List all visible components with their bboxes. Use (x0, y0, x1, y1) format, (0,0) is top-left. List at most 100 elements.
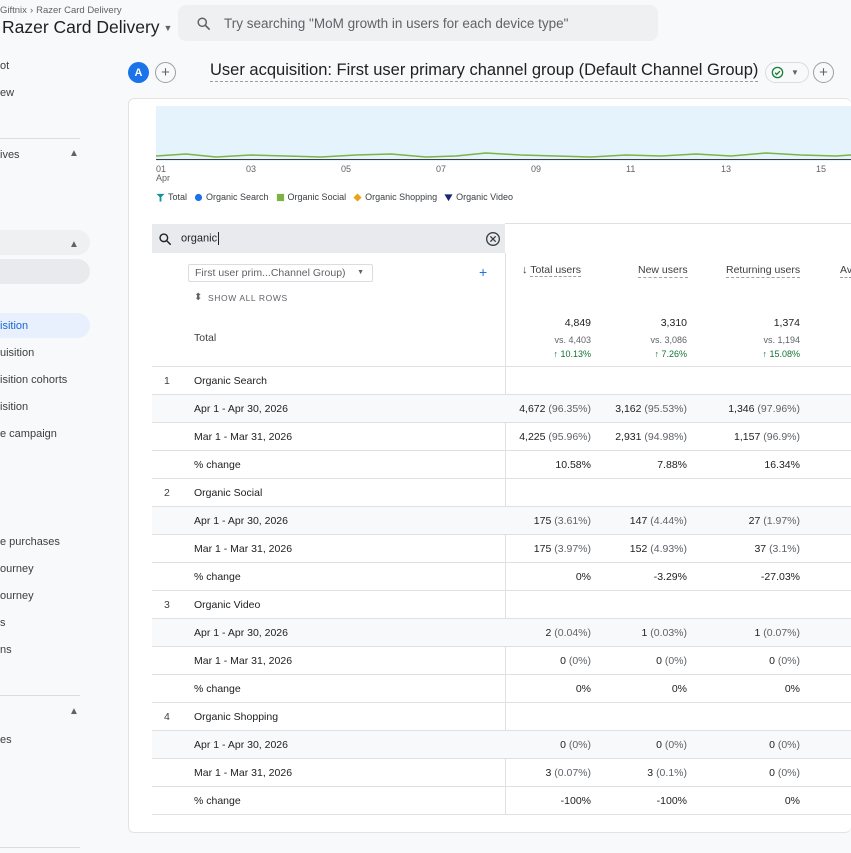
metric-share: (0%) (777, 739, 800, 751)
status-pill[interactable]: ▼ (765, 62, 809, 83)
table-row: Mar 1 - Mar 31, 2026 175 (3.97%) 152 (4.93… (152, 534, 851, 562)
sidebar-item[interactable]: ot (0, 60, 9, 72)
legend-item[interactable]: Organic Shopping (353, 192, 437, 202)
sidebar-item[interactable]: isition cohorts (0, 374, 67, 386)
chevron-up-icon[interactable]: ▲ (69, 706, 79, 717)
row-label: Apr 1 - Apr 30, 2026 (194, 739, 288, 751)
report-title[interactable]: User acquisition: First user primary cha… (210, 61, 759, 82)
row-metric-cell: 175 (3.97%) (481, 543, 591, 555)
add-comparison-button[interactable]: + (155, 62, 176, 83)
x-tick-label: 07 (436, 164, 447, 174)
row-metric-cell: 0% (481, 683, 591, 695)
x-tick-label: 13 (721, 164, 732, 174)
legend-item[interactable]: Organic Video (444, 192, 513, 202)
metric-value: 0 (656, 739, 662, 751)
add-report-button[interactable]: + (813, 62, 834, 83)
row-metric-cell: 4,672 (96.35%) (481, 403, 591, 415)
metric-value: 0% (784, 683, 800, 695)
legend-marker-icon (444, 193, 453, 201)
x-tick-label: 15 (816, 164, 827, 174)
legend-item[interactable]: Organic Search (194, 192, 269, 202)
column-header-returning-users[interactable]: Returning users (726, 264, 801, 278)
sidebar-item[interactable]: e purchases (0, 536, 60, 548)
caret-down-icon: ▼ (357, 269, 364, 276)
sidebar-item[interactable]: isition (0, 401, 28, 413)
sidebar-item[interactable]: e campaign (0, 428, 57, 440)
metric-value: 0 (769, 655, 775, 667)
row-metric-cell: 0 (0%) (481, 739, 591, 751)
totals-cell: 4,849 vs. 4,403 ↑ 10.13% (491, 317, 591, 359)
metric-value: 27 (748, 515, 761, 527)
column-header-avg[interactable]: Av (840, 264, 851, 278)
row-label: Apr 1 - Apr 30, 2026 (194, 627, 288, 639)
clear-icon[interactable] (485, 231, 501, 247)
property-name: Razer Card Delivery (2, 17, 160, 37)
row-index: 2 (164, 487, 170, 499)
row-metric-cell: -3.29% (577, 571, 687, 583)
sidebar-item[interactable]: ives (0, 149, 20, 161)
row-metric-cell: 0 (0%) (690, 655, 800, 667)
table-search-input[interactable]: organic (181, 232, 220, 245)
row-metric-cell: 2 (0.04%) (481, 627, 591, 639)
metric-share: (97.96%) (757, 403, 800, 415)
metric-value: 3,162 (615, 403, 642, 415)
row-metric-cell: 7.88% (577, 459, 687, 471)
table-search[interactable]: organic (152, 224, 505, 253)
sidebar-item[interactable]: ew (0, 87, 14, 99)
search-placeholder: Try searching "MoM growth in users for e… (224, 15, 569, 31)
row-index: 1 (164, 375, 170, 387)
chevron-up-icon[interactable]: ▲ (69, 239, 79, 250)
column-header-total-users[interactable]: ↓ Total users (522, 264, 582, 277)
row-label: Mar 1 - Mar 31, 2026 (194, 767, 293, 779)
row-metric-cell: 0% (690, 795, 800, 807)
table-group-row[interactable]: 2 Organic Social (152, 478, 851, 506)
legend-label: Organic Shopping (365, 192, 438, 202)
table-row: Mar 1 - Mar 31, 2026 3 (0.07%) 3 (0.1%) 0 (… (152, 758, 851, 786)
search-bar[interactable]: Try searching "MoM growth in users for e… (178, 5, 658, 41)
totals-compare: vs. 4,403 (554, 335, 591, 345)
totals-change: ↑ 10.13% (491, 349, 591, 359)
sidebar-item[interactable]: uisition (0, 347, 34, 359)
legend-marker-icon (353, 192, 362, 202)
row-metric-cell: 0% (690, 683, 800, 695)
metric-share: (0%) (664, 655, 687, 667)
table-group-row[interactable]: 3 Organic Video (152, 590, 851, 618)
add-dimension-button[interactable]: + (479, 264, 487, 280)
sidebar-item[interactable]: ourney (0, 563, 34, 575)
sidebar-divider (0, 138, 80, 139)
dimension-select[interactable]: First user prim...Channel Group) ▼ (188, 264, 373, 282)
sidebar-item[interactable]: es (0, 734, 12, 746)
sidebar-item[interactable]: isition (0, 320, 28, 332)
column-header-new-users[interactable]: New users (638, 264, 688, 278)
avatar[interactable]: A (128, 62, 149, 83)
legend-label: Organic Social (287, 192, 347, 202)
table-group-row[interactable]: 1 Organic Search (152, 366, 851, 394)
property-selector[interactable]: Razer Card Delivery ▼ (2, 17, 172, 38)
metric-share: (0.03%) (650, 627, 687, 639)
legend-item[interactable]: Organic Social (276, 192, 347, 202)
table-group-row[interactable]: 4 Organic Shopping (152, 702, 851, 730)
breadcrumb-account[interactable]: Giftnix (0, 5, 27, 16)
sidebar-item[interactable]: ourney (0, 590, 34, 602)
row-label: % change (194, 795, 241, 807)
legend-item[interactable]: Total (156, 192, 187, 202)
legend-marker-icon (276, 193, 284, 201)
x-tick-sublabel: Apr (156, 173, 171, 183)
sidebar-item[interactable]: ns (0, 644, 12, 656)
sidebar-item-overview-selected[interactable] (0, 259, 90, 284)
table-row: Apr 1 - Apr 30, 2026 4,672 (96.35%) 3,162 … (152, 394, 851, 422)
sidebar-item[interactable]: s (0, 617, 6, 629)
unfold-icon: ⬍ (194, 292, 203, 303)
x-tick-label: 05 (341, 164, 352, 174)
metric-share: (0%) (777, 655, 800, 667)
show-all-rows-button[interactable]: ⬍ SHOW ALL ROWS (194, 292, 288, 304)
chart-lines (156, 152, 851, 160)
totals-change-value: 7.26% (661, 349, 687, 359)
metric-share: (0%) (664, 739, 687, 751)
row-metric-cell: 147 (4.44%) (577, 515, 687, 527)
metric-value: 2,931 (615, 431, 642, 443)
metric-value: -3.29% (653, 571, 687, 583)
table-bottom-border (152, 814, 851, 815)
breadcrumb-property[interactable]: Razer Card Delivery (36, 5, 122, 16)
chevron-up-icon[interactable]: ▲ (69, 148, 79, 159)
